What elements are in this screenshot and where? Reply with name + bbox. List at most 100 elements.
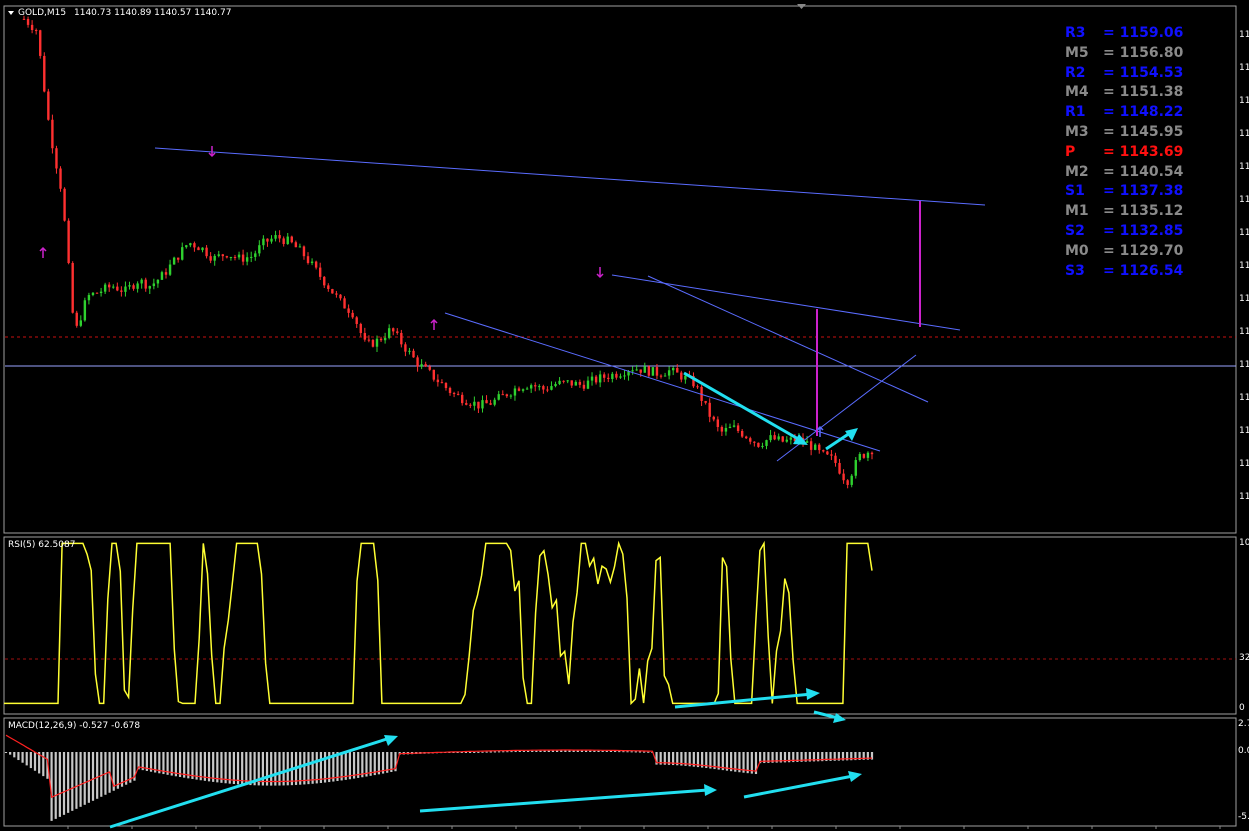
candle-body [221, 254, 225, 257]
candle-body [619, 376, 622, 378]
candle-body [270, 238, 273, 242]
candle-body [144, 279, 147, 289]
candle-body [615, 373, 618, 378]
candle-body [359, 323, 362, 334]
candle-body [647, 366, 651, 376]
pivot-label: M5 [1065, 44, 1089, 61]
candle-body [655, 367, 659, 376]
candle-body [448, 387, 452, 393]
macd-bar [67, 752, 70, 813]
candle-body [493, 399, 496, 405]
candle-body [91, 292, 95, 296]
candle-body [570, 380, 573, 386]
candle-body [294, 242, 298, 248]
rsi-panel [3, 536, 1237, 715]
pivot-label: M2 [1065, 163, 1089, 180]
macd-bar [87, 752, 90, 803]
macd-bar [518, 750, 521, 752]
macd-bar [228, 752, 231, 784]
candle-body [769, 435, 772, 441]
macd-bar [531, 750, 534, 752]
pivot-equals: = [1103, 123, 1120, 140]
candle-body [558, 380, 561, 384]
macd-bar [315, 752, 318, 784]
ohlc-readout: 1140.73 1140.89 1140.57 1140.77 [74, 8, 232, 18]
candle-body [87, 295, 91, 301]
candle-body [505, 394, 509, 397]
candle-body [347, 308, 350, 313]
candle-body [465, 403, 468, 405]
candle-body [318, 267, 322, 277]
macd-axis-label-top: 2.7 [1238, 719, 1249, 729]
macd-bar [614, 751, 617, 753]
macd-bar [485, 751, 488, 753]
rsi-title: RSI(5) 62.5087 [8, 540, 76, 550]
candle-body [47, 91, 50, 120]
macd-bar [13, 752, 16, 758]
pivot-equals: = [1103, 44, 1120, 61]
candle-body [400, 332, 403, 345]
candle-body [424, 364, 427, 367]
macd-axis-label-zero: 0.0 [1238, 746, 1249, 756]
candle-body [278, 235, 281, 239]
macd-bar [265, 752, 269, 786]
candle-body [363, 333, 367, 340]
candle-body [578, 381, 582, 385]
candle-body [205, 247, 208, 257]
candle-body [809, 441, 813, 450]
candle-body [473, 401, 476, 406]
macd-bar [96, 752, 99, 799]
candle-body [51, 119, 54, 149]
candle-body [566, 380, 569, 382]
candle-body [716, 419, 720, 427]
price-axis-label: 11 [1239, 30, 1249, 40]
candle-body [680, 372, 683, 380]
candle-body [302, 246, 306, 257]
candle-body [745, 436, 748, 439]
candle-body [639, 369, 642, 373]
candle-body [542, 386, 545, 390]
price-axis-label: 11 [1239, 360, 1249, 370]
candle-body [749, 438, 752, 442]
macd-bar [212, 752, 215, 782]
pivot-label: R1 [1065, 104, 1086, 121]
candle-body [659, 375, 663, 377]
macd-bar [481, 751, 484, 753]
candle-body [250, 256, 253, 258]
candle-body [298, 246, 302, 248]
pivot-row-p: P = 1143.69 [1065, 143, 1205, 163]
candle-body [724, 427, 728, 432]
macd-bar [593, 750, 596, 752]
candle-body [67, 220, 70, 264]
candle-body [323, 276, 326, 286]
macd-bar [261, 752, 264, 786]
candle-body [416, 357, 419, 367]
pivot-row-m2: M2 = 1140.54 [1065, 163, 1205, 183]
candle-body [43, 55, 46, 92]
candle-body [813, 444, 817, 450]
macd-bar [506, 751, 509, 753]
candle-body [387, 328, 391, 338]
pivot-value: 1143.69 [1119, 143, 1184, 160]
candle-body [176, 257, 180, 260]
macd-bar [605, 750, 608, 752]
price-axis-label: 11 [1239, 261, 1249, 271]
pivot-equals: = [1103, 183, 1120, 200]
candle-body [870, 452, 874, 455]
candle-body [225, 256, 229, 258]
macd-bar [62, 752, 66, 815]
candle-body [383, 337, 387, 341]
candle-body [290, 236, 293, 243]
candle-body [428, 366, 431, 370]
candle-body [26, 18, 30, 25]
candle-body [761, 445, 764, 447]
pivot-equals: = [1103, 84, 1120, 101]
candle-body [452, 392, 456, 394]
candle-body [671, 368, 675, 371]
candle-body [197, 247, 200, 251]
candle-body [554, 383, 557, 387]
candle-body [736, 425, 740, 432]
candle-body [152, 283, 156, 287]
candle-body [590, 376, 594, 381]
candle-body [728, 426, 732, 428]
